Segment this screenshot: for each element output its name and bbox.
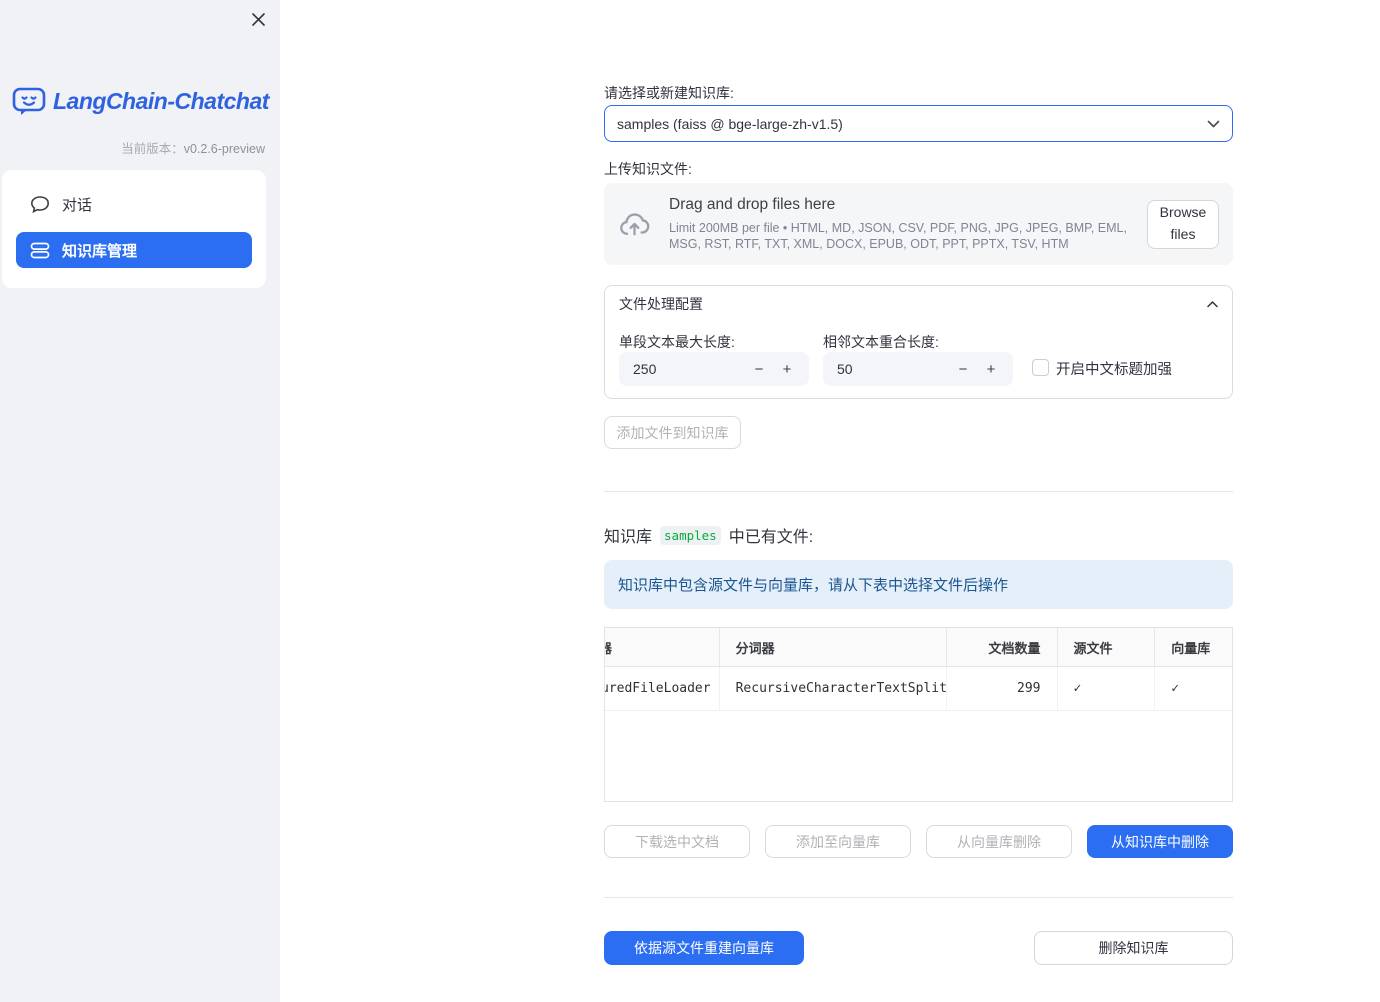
main-content: 请选择或新建知识库: samples (faiss @ bge-large-zh… xyxy=(604,0,1233,1002)
cell-source-file-check: ✓ xyxy=(1058,667,1156,710)
browse-files-button[interactable]: Browse files xyxy=(1147,199,1219,249)
file-config-expander: 文件处理配置 单段文本最大长度: 相邻文本重合长度: 250 − + 50 − … xyxy=(604,285,1233,399)
kb-bottom-buttons: 依据源文件重建向量库 删除知识库 xyxy=(604,931,1233,965)
chunk-size-decrement-button[interactable]: − xyxy=(745,355,773,383)
chevron-up-icon xyxy=(1207,300,1218,308)
info-alert: 知识库中包含源文件与向量库，请从下表中选择文件后操作 xyxy=(604,560,1233,609)
kb-select-dropdown[interactable]: samples (faiss @ bge-large-zh-v1.5) xyxy=(604,105,1233,142)
cell-vector-store-check: ✓ xyxy=(1171,681,1180,696)
overlap-label: 相邻文本重合长度: xyxy=(823,334,939,350)
chatchat-logo-icon xyxy=(12,86,46,117)
app-logo-text: LangChain-Chatchat xyxy=(53,88,269,114)
expander-header[interactable]: 文件处理配置 xyxy=(605,286,1232,322)
table-header-source-file[interactable]: 源文件 xyxy=(1058,628,1156,666)
overlap-value: 50 xyxy=(837,361,853,377)
kb-files-suffix: 中已有文件: xyxy=(728,529,814,546)
stacked-database-icon xyxy=(30,241,50,260)
version-info: 当前版本：v0.2.6-preview xyxy=(121,138,265,157)
table-header-vector-store[interactable]: 向量库 xyxy=(1155,628,1232,666)
cloud-upload-icon xyxy=(618,209,651,239)
add-to-vector-store-button[interactable]: 添加至向量库 xyxy=(765,825,911,858)
chunk-size-label: 单段文本最大长度: xyxy=(619,334,735,350)
zh-title-enhance-checkbox[interactable] xyxy=(1032,359,1049,376)
overlap-increment-button[interactable]: + xyxy=(977,355,1005,383)
cell-splitter: RecursiveCharacterTextSplitter xyxy=(720,667,947,710)
cell-loader: uredFileLoader xyxy=(605,667,720,710)
divider xyxy=(604,897,1233,898)
table-header-doc-count[interactable]: 文档数量 xyxy=(947,628,1058,666)
table-header-loader[interactable]: 器 xyxy=(605,628,720,666)
kb-files-prefix: 知识库 xyxy=(604,529,653,546)
overlap-input[interactable]: 50 − + xyxy=(823,352,1013,386)
rebuild-vector-store-button[interactable]: 依据源文件重建向量库 xyxy=(604,931,804,965)
download-selected-docs-button[interactable]: 下载选中文档 xyxy=(604,825,750,858)
close-icon xyxy=(251,12,266,27)
uploader-limit-text: Limit 200MB per file • HTML, MD, JSON, C… xyxy=(669,220,1127,251)
version-label: 当前版本： xyxy=(121,142,184,156)
sidebar-close-button[interactable] xyxy=(247,8,269,30)
sidebar-item-label: 对话 xyxy=(62,196,93,214)
app-window: LangChain-Chatchat 当前版本：v0.2.6-preview 对… xyxy=(0,0,1380,1002)
chunk-size-value: 250 xyxy=(633,361,657,377)
kb-files-table: 器 分词器 文档数量 源文件 向量库 uredFileLoader Recurs… xyxy=(604,627,1233,802)
delete-from-vector-store-button[interactable]: 从向量库删除 xyxy=(926,825,1072,858)
info-alert-text: 知识库中包含源文件与向量库，请从下表中选择文件后操作 xyxy=(618,577,1009,594)
delete-from-kb-button[interactable]: 从知识库中删除 xyxy=(1087,825,1233,858)
table-action-buttons: 下载选中文档 添加至向量库 从向量库删除 从知识库中删除 xyxy=(604,825,1233,858)
sidebar-menu: 对话 知识库管理 xyxy=(2,170,266,288)
version-value: v0.2.6-preview xyxy=(183,142,265,156)
kb-name-code: samples xyxy=(660,525,721,545)
chat-bubble-icon xyxy=(30,195,50,214)
delete-kb-button[interactable]: 删除知识库 xyxy=(1034,931,1233,965)
sidebar: LangChain-Chatchat 当前版本：v0.2.6-preview 对… xyxy=(0,0,280,1002)
app-logo: LangChain-Chatchat xyxy=(12,86,269,117)
add-files-to-kb-button[interactable]: 添加文件到知识库 xyxy=(604,416,741,449)
sidebar-item-label: 知识库管理 xyxy=(62,242,138,260)
kb-selected-option: samples (faiss @ bge-large-zh-v1.5) xyxy=(617,115,843,132)
chunk-size-increment-button[interactable]: + xyxy=(773,355,801,383)
uploader-text: Drag and drop files here Limit 200MB per… xyxy=(669,196,1147,253)
overlap-decrement-button[interactable]: − xyxy=(949,355,977,383)
divider xyxy=(604,491,1233,492)
zh-title-enhance-label: 开启中文标题加强 xyxy=(1056,362,1172,378)
chunk-size-input[interactable]: 250 − + xyxy=(619,352,809,386)
file-uploader-dropzone[interactable]: Drag and drop files here Limit 200MB per… xyxy=(604,183,1233,265)
table-header-row: 器 分词器 文档数量 源文件 向量库 xyxy=(605,628,1232,667)
sidebar-item-knowledge-base[interactable]: 知识库管理 xyxy=(16,232,252,268)
cell-doc-count: 299 xyxy=(947,667,1058,710)
sidebar-item-dialogue[interactable]: 对话 xyxy=(16,186,252,222)
chevron-down-icon xyxy=(1207,120,1220,128)
expander-title: 文件处理配置 xyxy=(619,296,703,312)
upload-label: 上传知识文件: xyxy=(604,161,692,177)
kb-files-heading: 知识库 samples 中已有文件: xyxy=(604,523,1233,547)
kb-select-label: 请选择或新建知识库: xyxy=(604,85,734,101)
table-row[interactable]: uredFileLoader RecursiveCharacterTextSpl… xyxy=(605,667,1232,711)
uploader-title: Drag and drop files here xyxy=(669,195,836,213)
table-header-splitter[interactable]: 分词器 xyxy=(720,628,947,666)
